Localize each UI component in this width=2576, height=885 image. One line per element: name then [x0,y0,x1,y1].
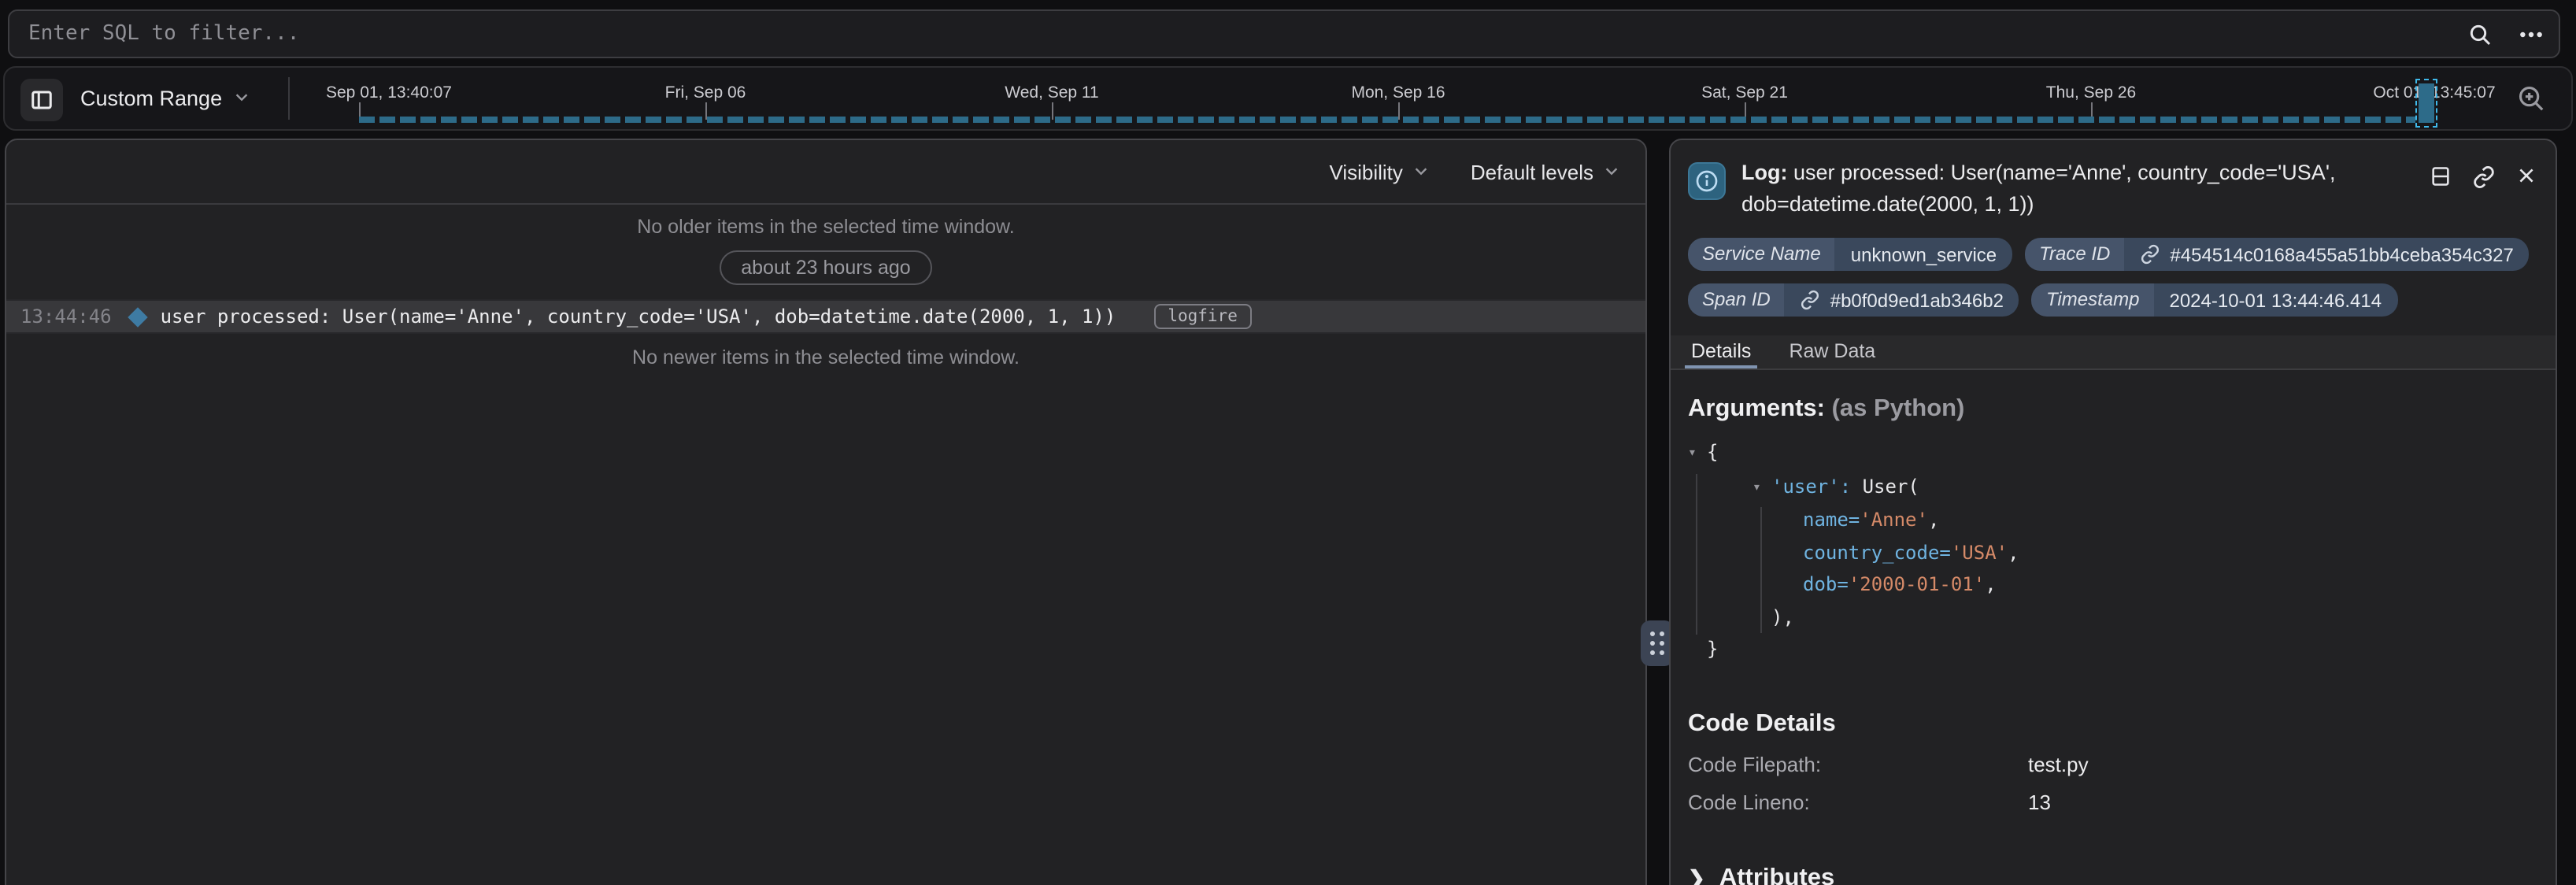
detail-content: Arguments: (as Python) ▾{ ▾'user': User(… [1671,370,2556,885]
tab-details[interactable]: Details [1691,335,1751,368]
timeline-label: Mon, Sep 16 [1351,83,1445,102]
search-icon[interactable] [2467,21,2493,46]
timeline-bar: Custom Range Sep 01, 13:40:07 Fri, Sep 0… [3,66,2573,131]
badge-value: 2024-10-01 13:44:46.414 [2153,283,2397,317]
badge-label: Span ID [1688,283,1785,317]
code-line: name='Anne', [1688,504,2537,536]
time-ago-badge[interactable]: about 23 hours ago [719,250,932,285]
topbar [0,0,2576,66]
grip-dots-icon [1650,631,1664,655]
timestamp-badge: Timestamp 2024-10-01 13:44:46.414 [2032,283,2397,317]
timeline-label: Thu, Sep 26 [2046,83,2136,102]
default-levels-dropdown[interactable]: Default levels [1471,160,1620,183]
timeline-label: Fri, Sep 06 [665,83,746,102]
badge-label: Trace ID [2025,238,2124,271]
code-filepath-value: test.py [2028,752,2089,776]
logfire-app: Custom Range Sep 01, 13:40:07 Fri, Sep 0… [0,0,2576,885]
log-row-message: user processed: User(name='Anne', countr… [161,305,1116,328]
log-detail-panel: Log: user processed: User(name='Anne', c… [1669,139,2557,885]
split-view-icon[interactable] [2430,165,2452,187]
detail-tabs: Details Raw Data [1671,335,2556,370]
chevron-right-icon: ❯ [1688,865,1705,885]
trace-id-badge[interactable]: Trace ID #454514c0168a455a51bb4ceba354c3… [2025,238,2530,271]
log-row-tag[interactable]: logfire [1153,304,1252,329]
info-level-icon [1688,162,1726,200]
code-lineno-label: Code Lineno: [1688,790,2028,813]
timeline-plot[interactable]: Sep 01, 13:40:07 Fri, Sep 06 Wed, Sep 11… [5,68,2571,129]
detail-badges: Service Name unknown_service Trace ID #4… [1671,219,2556,317]
code-filepath-label: Code Filepath: [1688,752,2028,776]
attributes-toggle[interactable]: ❯ Attributes [1688,864,2537,885]
code-filepath-row: Code Filepath: test.py [1688,752,2537,776]
badge-label: Service Name [1688,238,1835,271]
span-id-badge[interactable]: Span ID #b0f0d9ed1ab346b2 [1688,283,2019,317]
timeline-label-start: Sep 01, 13:40:07 [326,83,452,102]
no-newer-items-message: No newer items in the selected time wind… [6,346,1645,368]
timeline-label: Sat, Sep 21 [1701,83,1788,102]
visibility-label: Visibility [1329,160,1402,183]
collapse-icon[interactable]: ▾ [1688,438,1707,470]
chevron-down-icon [1412,160,1430,183]
badge-value: #454514c0168a455a51bb4ceba354c327 [2170,245,2513,264]
code-line: ▾'user': User( [1688,470,2537,504]
arguments-code-tree: ▾{ ▾'user': User( name='Anne', country_c… [1688,436,2537,665]
code-line: ▾{ [1688,436,2537,470]
arguments-heading: Arguments: (as Python) [1688,395,2537,424]
more-options-icon[interactable] [2518,21,2545,46]
arguments-subheading: (as Python) [1832,395,1965,422]
log-level-icon [128,306,147,326]
code-lineno-value: 13 [2028,790,2051,813]
badge-value: unknown_service [1835,238,2012,271]
badge-value: #b0f0d9ed1ab346b2 [1830,291,2004,309]
default-levels-label: Default levels [1471,160,1593,183]
collapse-icon[interactable]: ▾ [1752,472,1771,504]
close-icon[interactable] [2516,165,2537,186]
timeline-histogram [359,117,2415,123]
service-name-badge: Service Name unknown_service [1688,238,2012,271]
chevron-down-icon [1603,160,1620,183]
timeline-label: Wed, Sep 11 [1005,83,1098,102]
detail-title-text: user processed: User(name='Anne', countr… [1741,161,2336,215]
timeline-selection-box[interactable] [2415,79,2437,128]
link-icon [2140,244,2160,265]
code-line: ), [1688,601,2537,633]
code-lineno-row: Code Lineno: 13 [1688,790,2537,813]
copy-link-icon[interactable] [2472,165,2496,189]
code-line: dob='2000-01-01', [1688,568,2537,601]
code-details-section: Code Details Code Filepath: test.py Code… [1688,709,2537,813]
detail-title-prefix: Log: [1741,161,1788,184]
log-row-time: 13:44:46 [20,305,112,328]
sql-filter-input[interactable] [8,9,2560,58]
no-older-items-message: No older items in the selected time wind… [6,216,1645,238]
detail-title: Log: user processed: User(name='Anne', c… [1741,157,2422,219]
link-icon [1801,290,1821,310]
badge-label: Timestamp [2032,283,2154,317]
attributes-heading: Attributes [1719,864,1834,885]
code-details-heading: Code Details [1688,709,2537,738]
code-line: } [1688,633,2537,665]
detail-header: Log: user processed: User(name='Anne', c… [1671,140,2556,219]
zoom-in-icon[interactable] [2516,83,2546,113]
log-row[interactable]: 13:44:46 user processed: User(name='Anne… [6,299,1645,334]
tab-raw-data[interactable]: Raw Data [1789,335,1875,368]
log-list-header: Visibility Default levels [6,140,1645,205]
code-line: country_code='USA', [1688,536,2537,568]
visibility-dropdown[interactable]: Visibility [1329,160,1429,183]
sql-filter-wrap [8,9,2560,58]
log-list-panel: Visibility Default levels No older items… [5,139,1647,885]
